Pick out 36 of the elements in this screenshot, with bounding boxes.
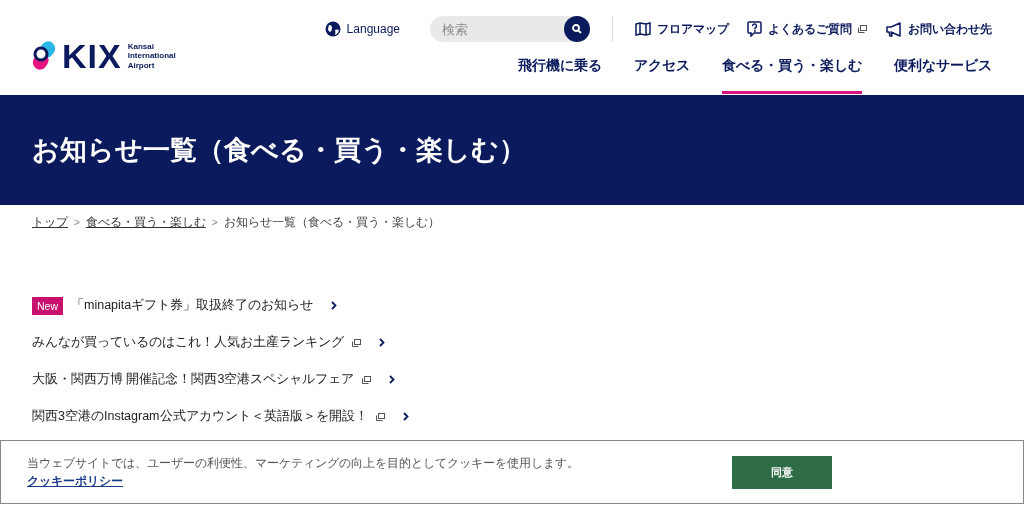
utility-link[interactable]: お問い合わせ先 [885, 21, 992, 37]
breadcrumb-separator: > [74, 217, 80, 228]
chevron-right-icon [402, 412, 409, 421]
chevron-right-icon [389, 375, 396, 384]
nav-tab[interactable]: 便利なサービス [894, 57, 992, 94]
cookie-notice: 当ウェブサイトでは、ユーザーの利便性、マーケティングの向上を目的としてクッキーを使用します。 クッキーポリシー [27, 455, 580, 490]
nav-tab[interactable]: 飛行機に乗る [518, 57, 602, 94]
chevron-right-icon [379, 338, 385, 347]
language-link[interactable]: Language [346, 22, 400, 36]
news-link[interactable]: みんなが買っているのはこれ！人気お土産ランキング [32, 334, 344, 351]
news-link[interactable]: 大阪・関西万博 開催記念！関西3空港スペシャルフェア [32, 371, 355, 388]
globe-icon [324, 21, 341, 37]
utility-link[interactable]: フロアマップ [635, 21, 729, 37]
new-badge: New [32, 296, 63, 315]
search-button[interactable] [564, 16, 590, 42]
logo-subtitle: International [127, 51, 176, 61]
logo-subtitle: Kansai [127, 42, 155, 52]
breadcrumb-separator: > [211, 217, 218, 228]
book-icon [635, 22, 651, 36]
breadcrumb-link[interactable]: トップ [32, 215, 68, 230]
logo-mark-icon [32, 40, 56, 72]
search-icon [572, 24, 582, 34]
breadcrumb-link[interactable]: 食べる・買う・楽しむ [85, 215, 206, 230]
page-title: お知らせ一覧（食べる・買う・楽しむ） [32, 134, 526, 167]
chevron-right-icon [331, 301, 338, 310]
megaphone-icon [885, 21, 902, 37]
logo-wordmark: KIX [62, 39, 122, 73]
breadcrumb-current: お知らせ一覧（食べる・買う・楽しむ） [223, 215, 440, 230]
news-link[interactable]: 関西3空港のInstagram公式アカウント＜英語版＞を開設！ [32, 408, 368, 425]
news-link[interactable]: 「minapitaギフト券」取扱終了のお知らせ [71, 297, 314, 314]
agree-button[interactable]: 同意 [732, 455, 832, 489]
utility-link[interactable]: よくあるご質問 [747, 21, 867, 37]
logo-subtitle: Airport [127, 60, 156, 70]
cookie-policy-link[interactable]: クッキーポリシー [27, 474, 123, 488]
help-bubble-icon [747, 21, 762, 37]
nav-tab[interactable]: アクセス [634, 57, 690, 94]
